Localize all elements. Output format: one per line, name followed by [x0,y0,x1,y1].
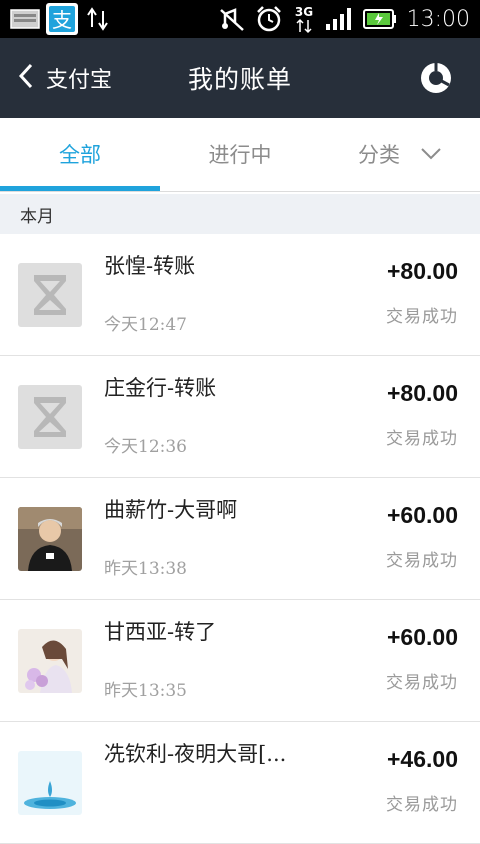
transaction-time: 昨天13:38 [104,559,187,579]
avatar [18,263,82,327]
avatar-photo-water [18,751,82,815]
transaction-name: 庄金行-转账 [104,376,217,400]
transaction-list: 张惶-转账 今天12:47 +80.00 交易成功 庄金行-转账 今天12:36… [0,234,480,844]
avatar [18,507,82,571]
transaction-name: 曲薪竹-大哥啊 [104,498,238,522]
svg-text:支: 支 [52,8,72,32]
section-label: 本月 [20,206,54,227]
hourglass-icon [34,397,66,437]
battery-icon [362,8,397,30]
status-time: 13:00 [406,6,470,32]
transaction-amount: +80.00 [387,380,458,406]
avatar [18,385,82,449]
tab-category-label: 分类 [358,143,400,167]
transaction-name: 甘西亚-转了 [104,620,217,644]
statistics-button[interactable] [418,60,454,96]
signal-icon [325,7,353,31]
tab-all[interactable]: 全部 [0,118,160,190]
tab-bar: 全部 进行中 分类 [0,118,480,194]
title-bar: 我的账单 支付宝 [0,38,480,118]
chevron-left-icon [18,63,34,93]
mute-icon [219,6,245,32]
avatar [18,751,82,815]
transaction-amount: +60.00 [387,502,458,528]
section-header: 本月 [0,194,480,234]
back-label: 支付宝 [46,68,113,93]
transaction-status: 交易成功 [386,673,458,693]
message-icon [10,8,40,30]
chevron-down-icon [420,142,442,166]
list-item[interactable]: 曲薪竹-大哥啊 昨天13:38 +60.00 交易成功 [0,478,480,600]
back-button[interactable]: 支付宝 [18,38,112,118]
transaction-amount: +46.00 [387,746,458,772]
list-item[interactable]: 张惶-转账 今天12:47 +80.00 交易成功 [0,234,480,356]
pie-chart-icon [418,63,454,100]
transaction-time: 今天12:36 [104,437,187,457]
list-item[interactable]: 冼钦利-夜明大哥[... +46.00 交易成功 [0,722,480,844]
list-item[interactable]: 庄金行-转账 今天12:36 +80.00 交易成功 [0,356,480,478]
hourglass-icon [34,275,66,315]
transaction-name: 张惶-转账 [104,254,196,278]
transaction-name: 冼钦利-夜明大哥[... [104,742,287,766]
transaction-status: 交易成功 [386,551,458,571]
3g-icon: 3G [293,4,315,34]
alarm-icon [255,5,283,33]
tab-in-progress[interactable]: 进行中 [160,118,320,190]
transaction-status: 交易成功 [386,795,458,815]
list-item[interactable]: 甘西亚-转了 昨天13:35 +60.00 交易成功 [0,600,480,722]
transaction-amount: +80.00 [387,258,458,284]
transaction-amount: +60.00 [387,624,458,650]
transaction-time: 昨天13:35 [104,681,187,701]
tab-all-label: 全部 [59,143,101,167]
svg-text:3G: 3G [294,5,312,19]
avatar-photo-man [18,507,82,571]
status-bar: 支 3G 13:00 [0,0,480,38]
tab-in-progress-label: 进行中 [208,143,272,167]
usb-icon [84,5,112,33]
alipay-icon: 支 [46,3,78,35]
avatar [18,629,82,693]
transaction-status: 交易成功 [386,307,458,327]
avatar-photo-woman [18,629,82,693]
transaction-status: 交易成功 [386,429,458,449]
tab-divider [0,191,480,192]
transaction-time: 今天12:47 [104,315,187,335]
tab-category[interactable]: 分类 [320,118,480,190]
